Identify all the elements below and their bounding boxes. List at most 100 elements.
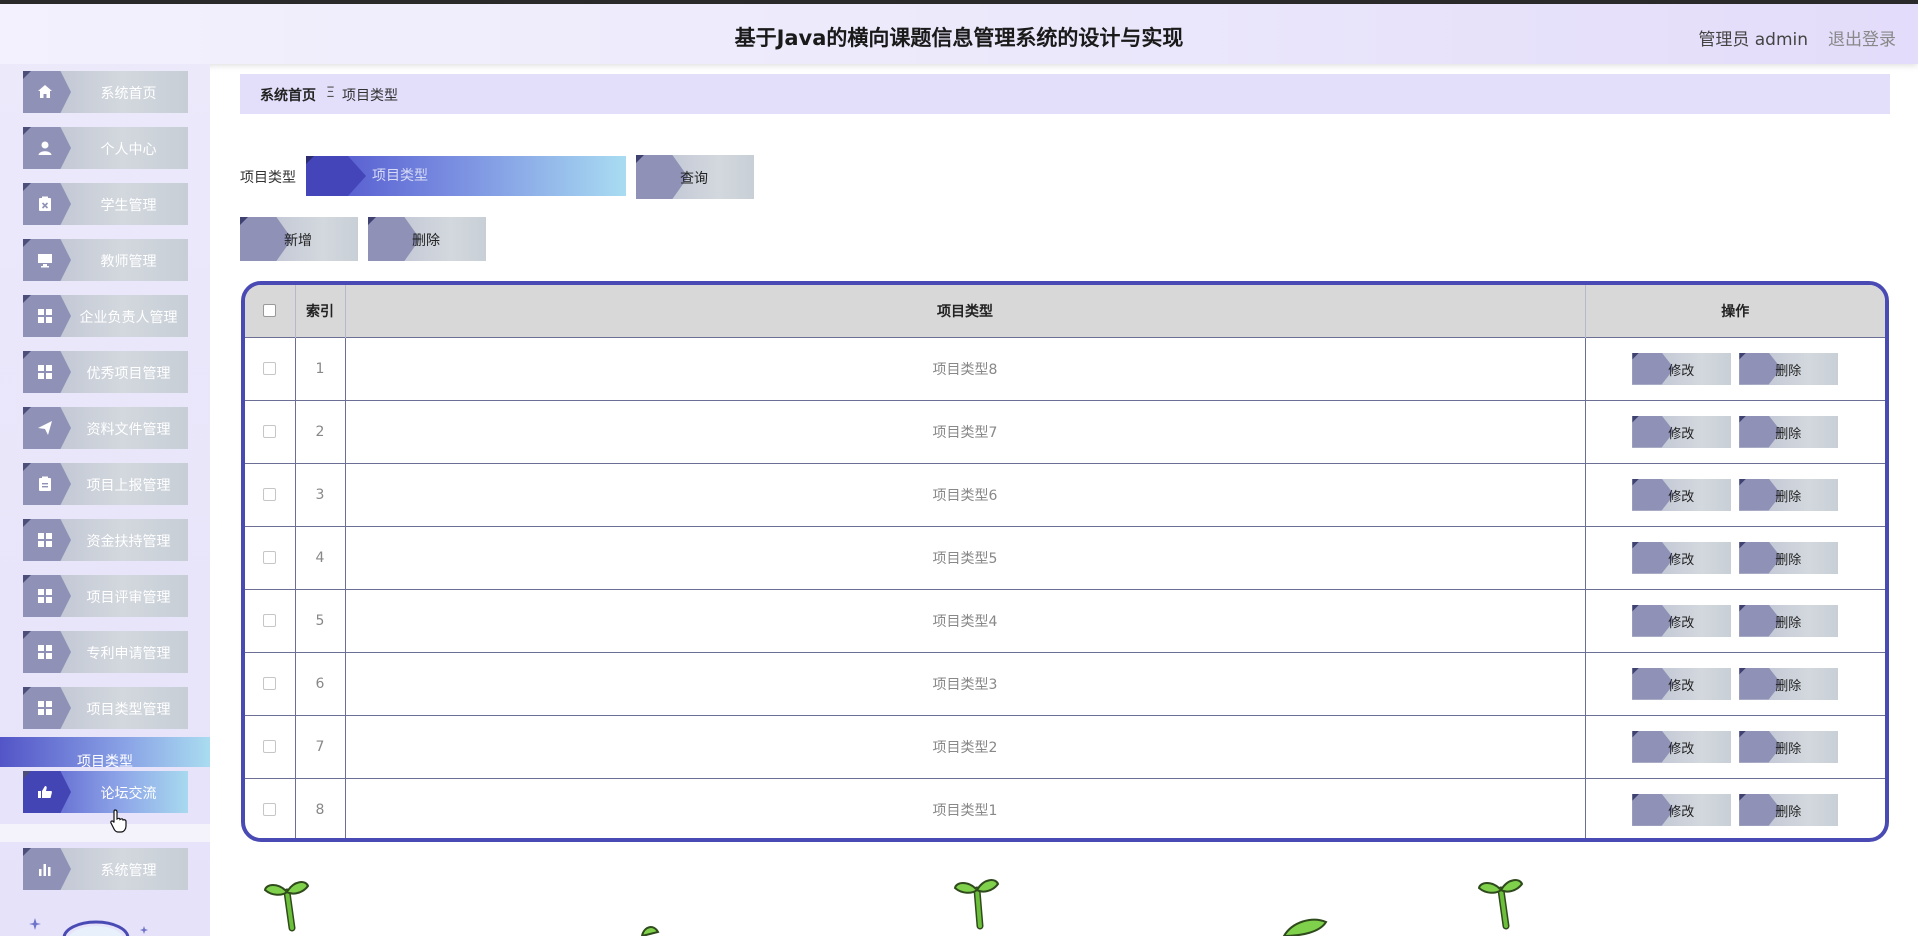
row-type: 项目类型3: [345, 652, 1586, 715]
sidebar-item-project-reports[interactable]: 项目上报管理: [23, 463, 188, 505]
sidebar-item-project-review[interactable]: 项目评审管理: [23, 575, 188, 617]
sidebar-item-home[interactable]: 系统首页: [23, 71, 188, 113]
sprout-decoration-icon: [263, 881, 310, 932]
edit-button[interactable]: 修改: [1632, 730, 1732, 763]
edit-button-label: 修改: [1668, 678, 1695, 694]
delete-button-label: 删除: [1775, 552, 1802, 568]
delete-button[interactable]: 删除: [1739, 604, 1839, 637]
delete-button-label: 删除: [1775, 804, 1802, 820]
sidebar-item-label: 资金扶持管理: [86, 534, 171, 550]
clipboard-x-icon: [36, 195, 54, 213]
table-header-row: 索引 项目类型 操作: [245, 285, 1885, 337]
sidebar-item-files[interactable]: 资料文件管理: [23, 407, 188, 449]
edit-button[interactable]: 修改: [1632, 478, 1732, 511]
row-ops: 修改 删除: [1585, 652, 1885, 715]
batch-delete-button[interactable]: 删除: [368, 217, 486, 261]
sidebar: 系统首页 个人中心 学生管理 教师管理 企业负责人管理 优秀项目管理 资料文件管…: [0, 64, 210, 936]
monitor-icon: [36, 251, 54, 269]
sidebar-item-label: 个人中心: [100, 142, 157, 158]
delete-button[interactable]: 删除: [1739, 667, 1839, 700]
delete-button[interactable]: 删除: [1739, 478, 1839, 511]
logout-link[interactable]: 退出登录: [1828, 25, 1896, 50]
row-checkbox[interactable]: [263, 740, 277, 753]
sidebar-item-enterprise-managers[interactable]: 企业负责人管理: [23, 295, 188, 337]
sidebar-item-forum[interactable]: 论坛交流: [23, 771, 188, 813]
row-checkbox[interactable]: [263, 614, 277, 627]
edit-button-label: 修改: [1668, 363, 1695, 379]
column-header-index: 索引: [295, 285, 346, 337]
select-all-checkbox[interactable]: [263, 304, 277, 318]
edit-button[interactable]: 修改: [1632, 415, 1732, 448]
table-row: 6 项目类型3 修改 删除: [245, 652, 1885, 715]
delete-button-label: 删除: [1775, 363, 1802, 379]
query-button-label: 查询: [680, 171, 708, 187]
edit-button[interactable]: 修改: [1632, 793, 1732, 826]
sidebar-item-project-types[interactable]: 项目类型管理: [23, 687, 188, 729]
add-button[interactable]: 新增: [240, 217, 358, 261]
leaf-decoration-icon: [1282, 918, 1328, 936]
sidebar-item-label: 学生管理: [100, 198, 157, 214]
row-checkbox[interactable]: [263, 362, 277, 375]
table-row: 4 项目类型5 修改 删除: [245, 526, 1885, 589]
sidebar-item-students[interactable]: 学生管理: [23, 183, 188, 225]
row-type: 项目类型8: [345, 337, 1586, 400]
submenu-project-type[interactable]: 项目类型: [0, 737, 210, 770]
sidebar-item-label: 系统首页: [100, 86, 157, 102]
row-ops: 修改 删除: [1585, 778, 1885, 838]
sidebar-item-patents[interactable]: 专利申请管理: [23, 631, 188, 673]
bar-chart-icon: [36, 860, 54, 878]
row-checkbox[interactable]: [263, 551, 277, 564]
row-checkbox[interactable]: [263, 803, 277, 817]
edit-button[interactable]: 修改: [1632, 541, 1732, 574]
row-checkbox[interactable]: [263, 488, 277, 501]
grid-icon: [36, 643, 54, 661]
submenu-label: 项目类型: [77, 754, 133, 770]
row-checkbox[interactable]: [263, 677, 277, 690]
search-label: 项目类型: [240, 170, 296, 186]
search-input[interactable]: [306, 156, 626, 196]
table-row: 2 项目类型7 修改 删除: [245, 400, 1885, 463]
delete-button-label: 删除: [1775, 678, 1802, 694]
query-button[interactable]: 查询: [636, 155, 754, 199]
thumb-icon: [36, 783, 54, 801]
sprout-decoration-icon: [1477, 879, 1524, 930]
delete-button[interactable]: 删除: [1739, 541, 1839, 574]
delete-button[interactable]: 删除: [1739, 415, 1839, 448]
row-index: 4: [295, 526, 346, 589]
row-checkbox[interactable]: [263, 425, 277, 438]
row-ops: 修改 删除: [1585, 715, 1885, 778]
sidebar-item-teachers[interactable]: 教师管理: [23, 239, 188, 281]
table-row: 3 项目类型6 修改 删除: [245, 463, 1885, 526]
row-index: 6: [295, 652, 346, 715]
sidebar-item-excellent-projects[interactable]: 优秀项目管理: [23, 351, 188, 393]
breadcrumb-home[interactable]: 系统首页: [260, 85, 316, 105]
row-ops: 修改 删除: [1585, 400, 1885, 463]
row-ops: 修改 删除: [1585, 526, 1885, 589]
row-ops: 修改 删除: [1585, 589, 1885, 652]
table-row: 7 项目类型2 修改 删除: [245, 715, 1885, 778]
sidebar-item-label: 项目类型管理: [86, 702, 171, 718]
send-icon: [36, 419, 54, 437]
edit-button[interactable]: 修改: [1632, 667, 1732, 700]
sidebar-item-system[interactable]: 系统管理: [23, 848, 188, 890]
edit-button[interactable]: 修改: [1632, 352, 1732, 385]
breadcrumb: 系统首页 Ξ 项目类型: [240, 74, 1890, 114]
sidebar-item-personal-center[interactable]: 个人中心: [23, 127, 188, 169]
batch-delete-button-label: 删除: [412, 233, 440, 249]
edit-button-label: 修改: [1668, 426, 1695, 442]
sidebar-item-label: 资料文件管理: [86, 422, 171, 438]
edit-button[interactable]: 修改: [1632, 604, 1732, 637]
row-ops: 修改 删除: [1585, 337, 1885, 400]
sidebar-item-funding[interactable]: 资金扶持管理: [23, 519, 188, 561]
delete-button[interactable]: 删除: [1739, 730, 1839, 763]
sidebar-item-label: 教师管理: [100, 254, 157, 270]
grid-icon: [36, 307, 54, 325]
delete-button[interactable]: 删除: [1739, 793, 1839, 826]
grid-icon: [36, 531, 54, 549]
app-header: 基于Java的横向课题信息管理系统的设计与实现 管理员 admin 退出登录: [0, 4, 1918, 64]
sidebar-item-label: 优秀项目管理: [86, 366, 171, 382]
row-index: 7: [295, 715, 346, 778]
grid-icon: [36, 699, 54, 717]
delete-button[interactable]: 删除: [1739, 352, 1839, 385]
row-type: 项目类型5: [345, 526, 1586, 589]
